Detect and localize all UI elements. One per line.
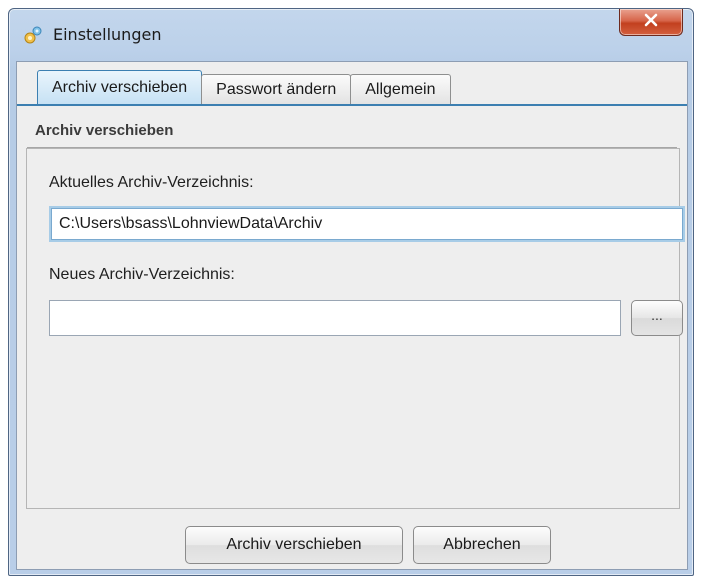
tab-strip-divider	[17, 104, 687, 106]
title-bar[interactable]: Einstellungen	[9, 9, 693, 59]
settings-dialog: Einstellungen Archiv verschieben Passwor…	[8, 8, 694, 576]
browse-button[interactable]: ...	[631, 300, 683, 336]
close-icon	[643, 13, 659, 32]
new-archive-input[interactable]	[49, 300, 621, 336]
window-title: Einstellungen	[53, 25, 162, 44]
panel-title: Archiv verschieben	[35, 122, 174, 139]
current-archive-input[interactable]	[49, 206, 685, 242]
tab-passwort-aendern[interactable]: Passwort ändern	[201, 74, 352, 104]
current-archive-label: Aktuelles Archiv-Verzeichnis:	[49, 174, 254, 191]
new-archive-label: Neues Archiv-Verzeichnis:	[49, 266, 235, 283]
close-button[interactable]	[619, 9, 683, 36]
dialog-content: Archiv verschieben Passwort ändern Allge…	[16, 61, 688, 570]
tab-bar: Archiv verschieben Passwort ändern Allge…	[37, 70, 451, 104]
cancel-button[interactable]: Abbrechen	[413, 526, 551, 564]
settings-app-icon	[23, 25, 43, 45]
tab-allgemein[interactable]: Allgemein	[350, 74, 451, 104]
tab-archiv-verschieben[interactable]: Archiv verschieben	[37, 70, 203, 104]
move-archive-button[interactable]: Archiv verschieben	[185, 526, 403, 564]
